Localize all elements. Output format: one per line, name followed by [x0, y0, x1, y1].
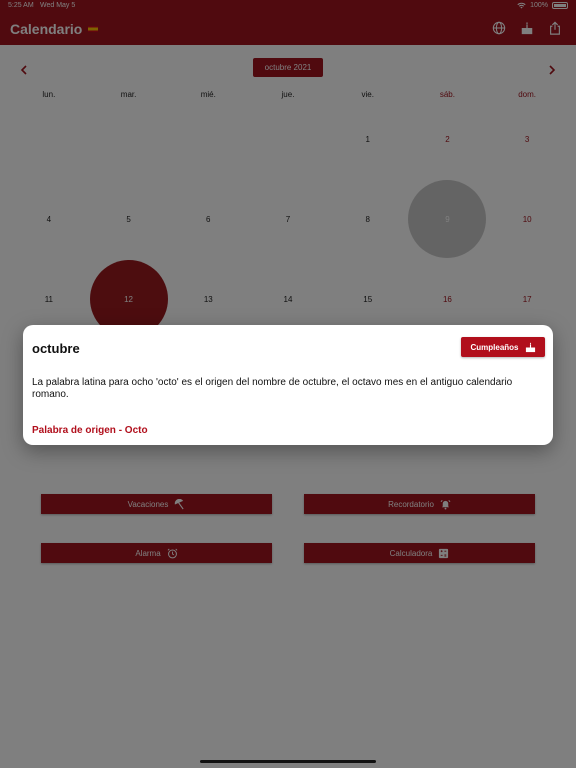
birthday-cake-icon	[525, 341, 535, 352]
month-info-dialog: octubre Cumpleaños La palabra latina par…	[23, 325, 553, 445]
home-indicator[interactable]	[200, 760, 376, 763]
dialog-title: octubre	[32, 341, 80, 356]
dialog-description: La palabra latina para ocho 'octo' es el…	[32, 377, 513, 400]
birthdays-button[interactable]: Cumpleaños	[461, 337, 545, 357]
birthdays-label: Cumpleaños	[470, 342, 519, 352]
origin-word-link[interactable]: Palabra de origen - Octo	[32, 425, 148, 436]
